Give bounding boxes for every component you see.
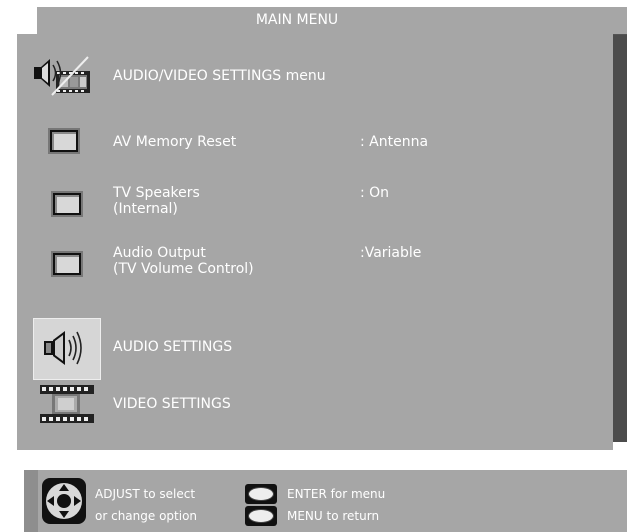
- adjust-hint-line2: or change option: [95, 509, 198, 523]
- tv-speakers-sublabel: (Internal): [113, 201, 178, 217]
- enter-hint: ENTER for menu: [287, 487, 386, 501]
- menu-title: MAIN MENU: [255, 12, 339, 28]
- menu-button-icon: [245, 506, 277, 526]
- audio-output-sublabel: (TV Volume Control): [113, 261, 254, 277]
- video-settings-label[interactable]: VIDEO SETTINGS: [113, 396, 231, 413]
- menu-header-label: AUDIO/VIDEO SETTINGS menu: [113, 68, 326, 84]
- adjust-hint-line1: ADJUST to select: [95, 487, 196, 501]
- tv-speakers-checkbox[interactable]: [51, 191, 83, 217]
- joystick-icon: [40, 476, 88, 526]
- tv-speakers-value: : On: [360, 185, 390, 201]
- speaker-icon[interactable]: [38, 326, 94, 370]
- audio-output-checkbox[interactable]: [51, 251, 83, 277]
- film-strip-icon[interactable]: [38, 383, 96, 425]
- menu-panel: [17, 34, 613, 450]
- menu-hint: MENU to return: [287, 509, 380, 523]
- tv-speakers-label[interactable]: TV Speakers: [113, 185, 200, 202]
- audio-video-icon: [32, 55, 94, 97]
- av-memory-reset-label[interactable]: AV Memory Reset: [113, 134, 236, 151]
- audio-settings-label[interactable]: AUDIO SETTINGS: [113, 339, 232, 356]
- help-bar-stripe: [24, 470, 38, 532]
- audio-output-label[interactable]: Audio Output: [113, 245, 206, 262]
- av-memory-reset-checkbox[interactable]: [48, 128, 80, 154]
- enter-button-icon: [245, 484, 277, 504]
- audio-output-value: :Variable: [360, 245, 422, 261]
- av-memory-reset-value: : Antenna: [360, 134, 429, 150]
